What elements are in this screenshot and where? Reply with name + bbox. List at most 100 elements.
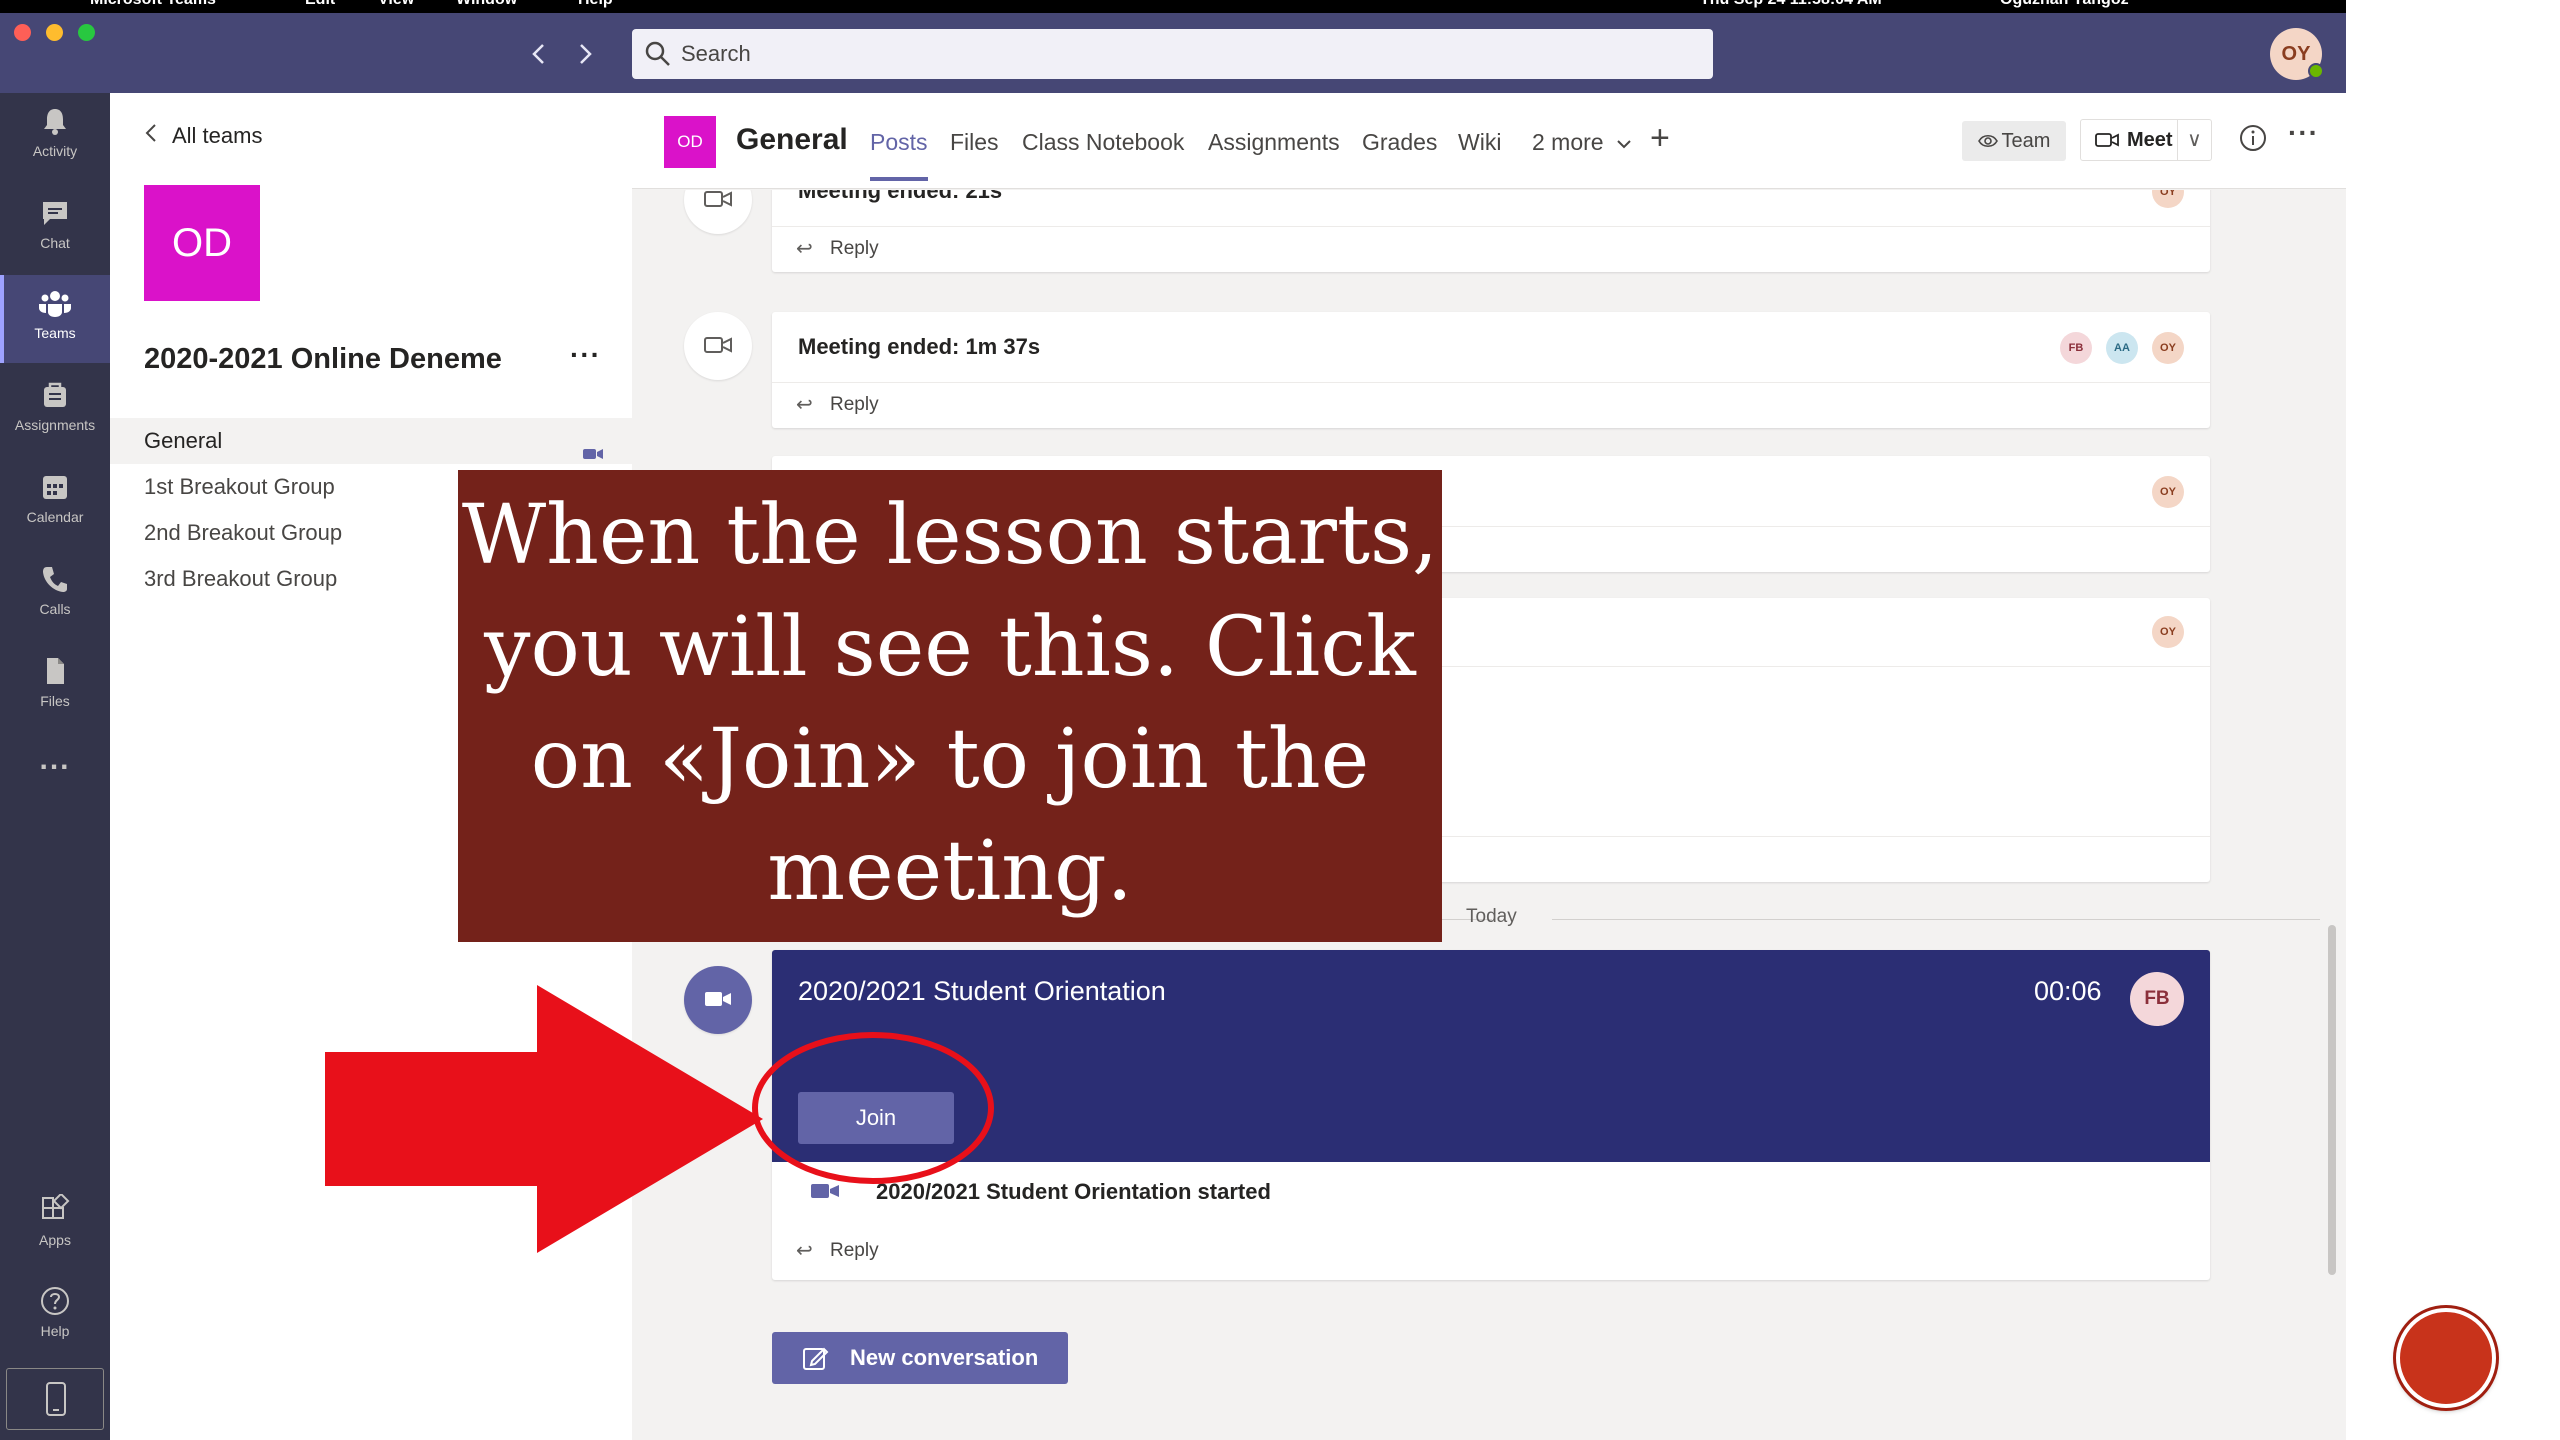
- team-name: 2020-2021 Online Deneme: [144, 343, 502, 375]
- all-teams-label: All teams: [172, 123, 263, 148]
- participant-avatar: OY: [2152, 332, 2184, 364]
- post-title: Meeting ended: 21s: [798, 190, 1003, 203]
- all-teams-link[interactable]: All teams: [144, 123, 262, 149]
- tab-posts[interactable]: Posts: [870, 129, 928, 181]
- channel-team-avatar: OD: [664, 116, 716, 168]
- info-icon: [2240, 125, 2266, 151]
- search-input[interactable]: Search: [632, 29, 1713, 79]
- red-arrow-pointer-icon: [325, 985, 763, 1253]
- chevron-left-icon: [144, 123, 158, 149]
- rail-label: Calls: [39, 601, 71, 617]
- eye-icon: [1977, 134, 1998, 148]
- rail-item-calendar[interactable]: Calendar: [0, 459, 110, 547]
- meet-button[interactable]: Meet ∨: [2080, 119, 2212, 161]
- channel-label: 3rd Breakout Group: [144, 566, 338, 591]
- app-rail: Activity Chat Teams Assignments Calendar…: [0, 93, 110, 1440]
- rail-item-activity[interactable]: Activity: [0, 93, 110, 181]
- file-icon: [47, 658, 64, 684]
- post-card: Meeting ended: 21s OY ↩ Reply: [772, 190, 2210, 272]
- meet-dropdown-chevron-icon[interactable]: ∨: [2177, 120, 2211, 160]
- date-divider-label: Today: [1466, 906, 1517, 927]
- rail-item-calls[interactable]: Calls: [0, 551, 110, 639]
- tab-grades[interactable]: Grades: [1362, 129, 1437, 156]
- back-arrow-icon[interactable]: [524, 39, 554, 69]
- calendar-icon: [43, 476, 67, 499]
- bell-icon: [44, 109, 66, 135]
- search-placeholder: Search: [681, 41, 751, 66]
- participant-avatar: FB: [2060, 332, 2092, 364]
- menu-user: Oguzhan Yangoz: [2000, 0, 2129, 9]
- channel-label: 1st Breakout Group: [144, 474, 335, 499]
- video-camera-icon: [2095, 133, 2119, 147]
- tab-wiki[interactable]: Wiki: [1458, 129, 1501, 156]
- tab-more-label: 2 more: [1532, 129, 1604, 155]
- minimize-window-button[interactable]: [46, 24, 63, 41]
- participant-avatar: AA: [2106, 332, 2138, 364]
- rail-label: Files: [40, 693, 70, 709]
- channel-info-button[interactable]: [2238, 123, 2268, 153]
- tab-assignments[interactable]: Assignments: [1208, 129, 1340, 156]
- team-more-options-button[interactable]: ···: [570, 339, 601, 371]
- menu-view[interactable]: View: [378, 0, 414, 9]
- post-card: Meeting ended: 1m 37s FB AA OY ↩ Reply: [772, 312, 2210, 428]
- tab-more[interactable]: 2 more: [1532, 129, 1632, 156]
- reply-button[interactable]: ↩ Reply: [772, 226, 2210, 272]
- channel-more-options-button[interactable]: ···: [2288, 117, 2319, 149]
- channel-general[interactable]: General: [110, 418, 632, 464]
- rail-label: Assignments: [14, 417, 96, 433]
- video-camera-icon: [704, 191, 732, 207]
- menu-app-name[interactable]: Microsoft Teams: [90, 0, 216, 9]
- reply-arrow-icon: ↩: [796, 394, 813, 416]
- profile-initials: OY: [2281, 43, 2311, 65]
- video-camera-icon: [704, 337, 732, 353]
- help-icon: [41, 1287, 69, 1315]
- participant-avatar: OY: [2152, 616, 2184, 648]
- meeting-post-icon: [684, 312, 752, 380]
- team-view-label: Team: [2001, 130, 2051, 152]
- rail-label: Activity: [32, 143, 78, 159]
- menu-clock: Thu Sep 24 11:58:04 AM: [1700, 0, 1882, 9]
- new-conversation-button[interactable]: New conversation: [772, 1332, 1068, 1384]
- teams-icon: [39, 291, 71, 317]
- slide-logo-badge: [2396, 1308, 2496, 1408]
- rail-item-teams[interactable]: Teams: [0, 275, 110, 363]
- team-view-button[interactable]: Team: [1962, 121, 2066, 161]
- compose-icon: [803, 1347, 829, 1370]
- menu-edit[interactable]: Edit: [305, 0, 335, 9]
- menu-window[interactable]: Window: [456, 0, 517, 9]
- mobile-download-button[interactable]: [6, 1368, 104, 1430]
- new-conversation-label: New conversation: [850, 1345, 1039, 1370]
- participant-avatar: OY: [2152, 476, 2184, 508]
- reply-button[interactable]: ↩ Reply: [772, 1222, 2210, 1280]
- meeting-post-icon: [684, 190, 752, 234]
- phone-device-icon: [46, 1382, 66, 1416]
- tab-files[interactable]: Files: [950, 129, 999, 156]
- profile-avatar[interactable]: OY: [2270, 28, 2324, 80]
- menu-help[interactable]: Help: [578, 0, 613, 9]
- rail-label: Apps: [39, 1232, 71, 1248]
- rail-label: Chat: [40, 235, 70, 251]
- participant-avatar: OY: [2152, 190, 2184, 208]
- rail-item-help[interactable]: Help: [0, 1273, 110, 1361]
- rail-item-files[interactable]: Files: [0, 643, 110, 731]
- ellipsis-icon: ...: [39, 743, 71, 776]
- rail-item-apps[interactable]: Apps: [0, 1182, 110, 1270]
- rail-item-assignments[interactable]: Assignments: [0, 367, 110, 455]
- divider-line: [1552, 919, 2320, 920]
- organizer-avatar: FB: [2130, 972, 2184, 1026]
- close-window-button[interactable]: [14, 24, 31, 41]
- channel-label: General: [144, 428, 223, 453]
- mac-menu-bar: Microsoft Teams Edit View Window Help Th…: [0, 0, 2346, 13]
- forward-arrow-icon[interactable]: [570, 39, 600, 69]
- meeting-started-row: 2020/2021 Student Orientation started: [772, 1162, 2210, 1222]
- reply-label: Reply: [830, 238, 879, 259]
- rail-item-chat[interactable]: Chat: [0, 185, 110, 273]
- more-apps-button[interactable]: ...: [0, 743, 110, 793]
- reply-label: Reply: [830, 394, 879, 415]
- feed-scrollbar[interactable]: [2328, 925, 2336, 1275]
- channel-header: OD General Posts Files Class Notebook As…: [632, 93, 2346, 189]
- zoom-window-button[interactable]: [78, 24, 95, 41]
- tab-class-notebook[interactable]: Class Notebook: [1022, 129, 1184, 156]
- add-tab-button[interactable]: +: [1650, 119, 1670, 158]
- reply-button[interactable]: ↩ Reply: [772, 382, 2210, 428]
